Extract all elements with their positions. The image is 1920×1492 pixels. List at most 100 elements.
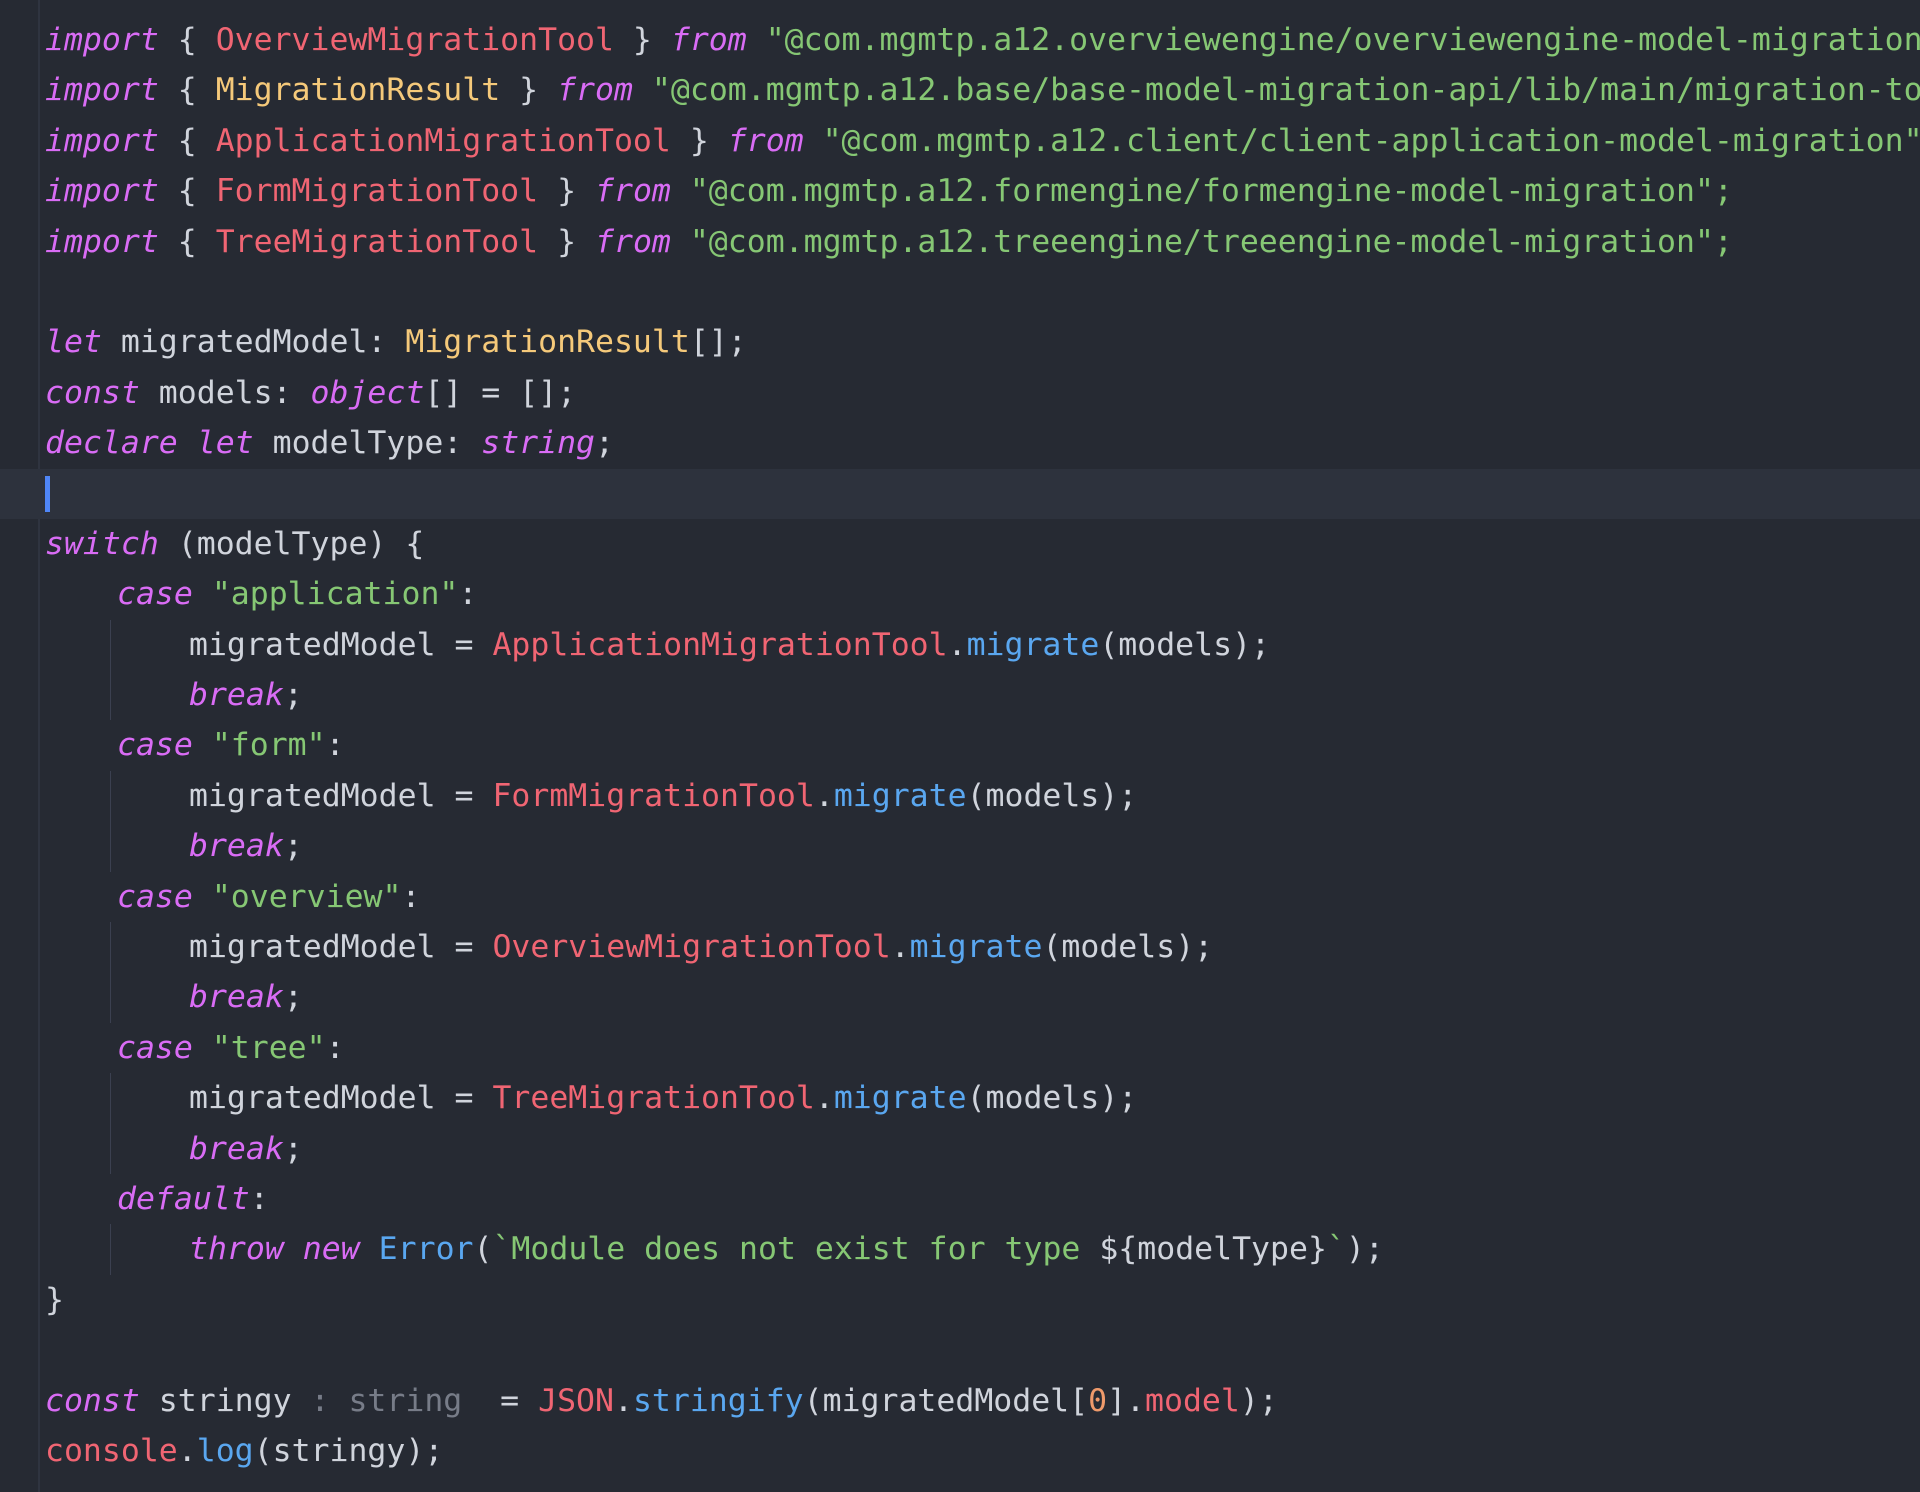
indent-guide (110, 1123, 111, 1174)
close-brace-line: } (45, 1275, 1920, 1325)
from-keyword: from (670, 22, 747, 58)
switch-keyword: switch (45, 525, 159, 562)
declaration-line: declare let modelType: string; (45, 418, 1920, 468)
indent-guide (110, 619, 111, 671)
import-keyword: import (45, 72, 159, 109)
break-keyword: break (189, 1130, 284, 1167)
variable-name: modelType (272, 425, 444, 462)
assignment-line: migratedModel = TreeMigrationTool.migrat… (45, 1073, 1920, 1124)
console-log-line: console.log(stringy); (45, 1426, 1920, 1476)
case-label: "application" (211, 576, 459, 613)
throw-line: throw new Error(`Module does not exist f… (45, 1224, 1920, 1275)
semicolon: ; (283, 1130, 303, 1167)
json-object: JSON (538, 1382, 614, 1419)
indent-guide (110, 972, 111, 1023)
call-args: (models); (1099, 626, 1271, 663)
assignment-lhs: migratedModel = (189, 929, 493, 966)
case-line: case "tree": (45, 1023, 1920, 1073)
dot: . (177, 1432, 197, 1469)
colon: : (249, 1180, 269, 1217)
assign-operator: = (481, 1382, 539, 1419)
assignment-line: migratedModel = ApplicationMigrationTool… (45, 619, 1920, 671)
method-call: migrate (966, 626, 1100, 663)
assignment-line: migratedModel = FormMigrationTool.migrat… (45, 770, 1920, 822)
call-close: ); (1345, 1231, 1384, 1268)
colon: : (458, 576, 478, 613)
import-keyword: import (45, 22, 159, 58)
property-name: model (1145, 1382, 1240, 1419)
from-keyword: from (557, 72, 633, 109)
imported-symbol: TreeMigrationTool (215, 223, 539, 260)
variable-name: stringy (158, 1382, 292, 1419)
declare-keyword: declare (45, 425, 178, 462)
initializer: [] = []; (424, 374, 577, 411)
from-keyword: from (595, 223, 671, 260)
module-path: "@com.mgmtp.a12.formengine/formengine-mo… (689, 173, 1733, 210)
case-line: case "application": (45, 569, 1920, 619)
default-line: default: (45, 1174, 1920, 1224)
dot: . (814, 1080, 834, 1117)
break-line: break; (45, 1123, 1920, 1174)
switch-line: switch (modelType) { (45, 519, 1920, 569)
code-editor[interactable]: import { OverviewMigrationTool } from "@… (0, 0, 1920, 1492)
case-label: "form" (211, 727, 326, 764)
call-args: (stringy); (253, 1432, 444, 1469)
semicolon: ; (283, 828, 303, 865)
colon: : (325, 1029, 345, 1066)
gutter-border (38, 0, 40, 1492)
module-path: "@com.mgmtp.a12.client/client-applicatio… (822, 122, 1920, 159)
let-keyword: let (196, 425, 254, 462)
type-keyword: object (310, 374, 425, 411)
current-line[interactable] (0, 468, 1920, 519)
indent-guide (110, 1224, 111, 1275)
declaration-line: let migratedModel: MigrationResult[]; (45, 317, 1920, 367)
semicolon: ; (283, 979, 303, 1016)
imported-symbol: ApplicationMigrationTool (215, 122, 671, 159)
stringify-line: const stringy : string = JSON.stringify(… (45, 1376, 1920, 1426)
tool-class: ApplicationMigrationTool (492, 626, 948, 663)
brace: { (177, 173, 216, 210)
from-keyword: from (727, 122, 804, 159)
import-line: import { OverviewMigrationTool } from "@… (45, 15, 1920, 65)
default-keyword: default (117, 1180, 250, 1217)
dot: . (613, 1382, 633, 1419)
const-keyword: const (45, 1382, 140, 1419)
dot: . (890, 929, 910, 966)
tool-class: TreeMigrationTool (492, 1080, 815, 1117)
case-keyword: case (117, 727, 193, 764)
colon: : (325, 727, 345, 764)
import-line: import { TreeMigrationTool } from "@com.… (45, 217, 1920, 267)
import-keyword: import (45, 223, 159, 260)
import-keyword: import (45, 122, 159, 159)
error-class: Error (378, 1231, 474, 1268)
template-interpolation: ${modelType} (1099, 1231, 1327, 1268)
brace: } (670, 122, 709, 159)
new-keyword: new (302, 1231, 360, 1268)
break-keyword: break (189, 828, 284, 865)
colon: : (367, 324, 406, 361)
variable-name: models (158, 374, 273, 411)
brace: } (538, 223, 577, 260)
assignment-lhs: migratedModel = (189, 1080, 493, 1117)
module-path: "@com.mgmtp.a12.treeengine/treeengine-mo… (689, 223, 1733, 260)
code-area[interactable]: import { OverviewMigrationTool } from "@… (0, 15, 1920, 1476)
template-string: `Module does not exist for type (492, 1231, 1100, 1268)
dot: . (947, 626, 967, 663)
brace: } (500, 72, 539, 109)
indent-guide (110, 821, 111, 872)
indent-guide (110, 922, 111, 973)
break-line: break; (45, 670, 1920, 721)
text-cursor (45, 475, 50, 512)
call-args: (models); (966, 1080, 1138, 1117)
template-end: ` (1326, 1231, 1346, 1268)
call-args: (migratedModel[ (803, 1382, 1089, 1419)
dot: . (814, 777, 834, 814)
method-call: migrate (833, 1080, 967, 1117)
brace: { (177, 22, 216, 58)
colon: : (272, 374, 311, 411)
from-keyword: from (595, 173, 671, 210)
call-args: (models); (966, 777, 1138, 814)
break-keyword: break (189, 677, 284, 714)
declaration-line: const models: object[] = []; (45, 368, 1920, 418)
